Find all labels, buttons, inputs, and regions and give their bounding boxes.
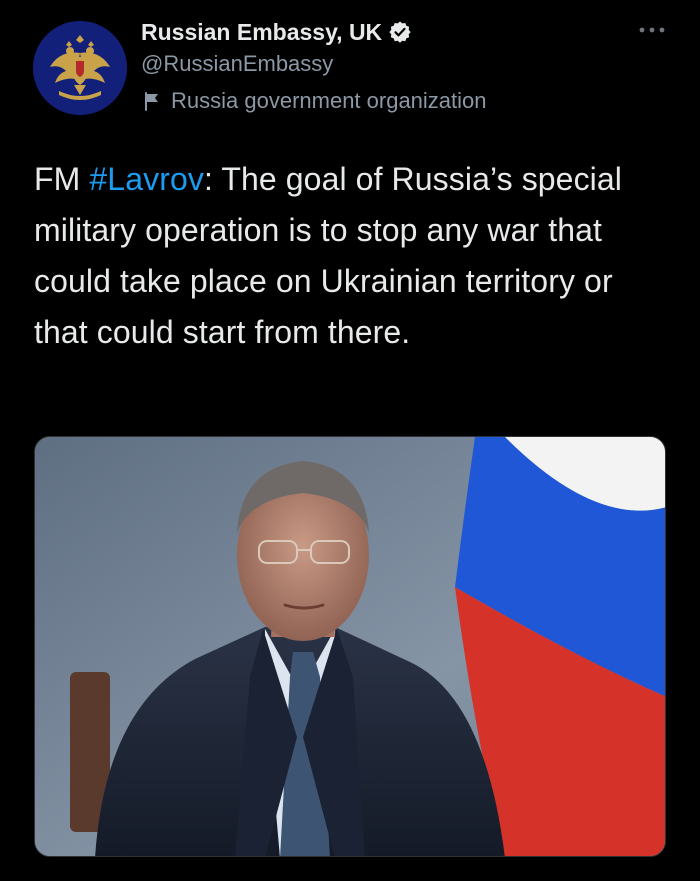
tweet-text-prefix: FM [34,161,90,197]
portrait-with-russian-flag [35,437,665,856]
verified-badge-icon [389,21,411,43]
flag-icon [145,92,158,111]
affiliation-text: Russia government organization [171,88,487,113]
more-options-icon [639,27,665,33]
hashtag-link[interactable]: #Lavrov [89,161,204,197]
avatar[interactable] [33,21,127,115]
more-options-button[interactable] [632,20,672,40]
tweet-text: FM #Lavrov: The goal of Russia’s special… [34,154,674,358]
tweet-media-photo[interactable] [34,436,666,857]
double-headed-eagle-emblem-icon [33,21,127,115]
handle[interactable]: @RussianEmbassy [141,51,333,77]
affiliation-label: Russia government organization [141,86,487,116]
display-name[interactable]: Russian Embassy, UK [141,19,382,46]
display-name-row: Russian Embassy, UK [141,14,412,50]
tweet-card: Russian Embassy, UK @RussianEmbassy Russ… [0,0,700,881]
